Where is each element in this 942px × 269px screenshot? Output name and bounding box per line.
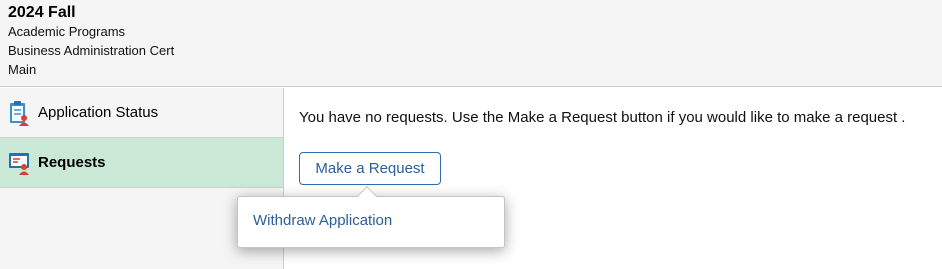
academic-plan: Business Administration Cert — [8, 43, 175, 58]
campus: Main — [8, 62, 37, 77]
sidebar-item-application-status[interactable]: Application Status — [0, 88, 283, 138]
academic-program: Academic Programs — [8, 24, 126, 39]
application-status-icon — [8, 100, 30, 126]
request-menu-popup: Withdraw Application — [237, 186, 505, 248]
sidebar-item-label: Application Status — [38, 104, 159, 121]
withdraw-application-menu-item[interactable]: Withdraw Application — [253, 212, 392, 229]
make-a-request-button[interactable]: Make a Request — [299, 152, 441, 185]
term-title: 2024 Fall — [8, 4, 76, 21]
no-requests-message: You have no requests. Use the Make a Req… — [299, 109, 906, 126]
requests-icon — [8, 150, 30, 176]
page-header: 2024 Fall Academic Programs Business Adm… — [0, 0, 942, 87]
sidebar-item-requests[interactable]: Requests — [0, 138, 283, 188]
sidebar-item-label: Requests — [38, 154, 106, 171]
